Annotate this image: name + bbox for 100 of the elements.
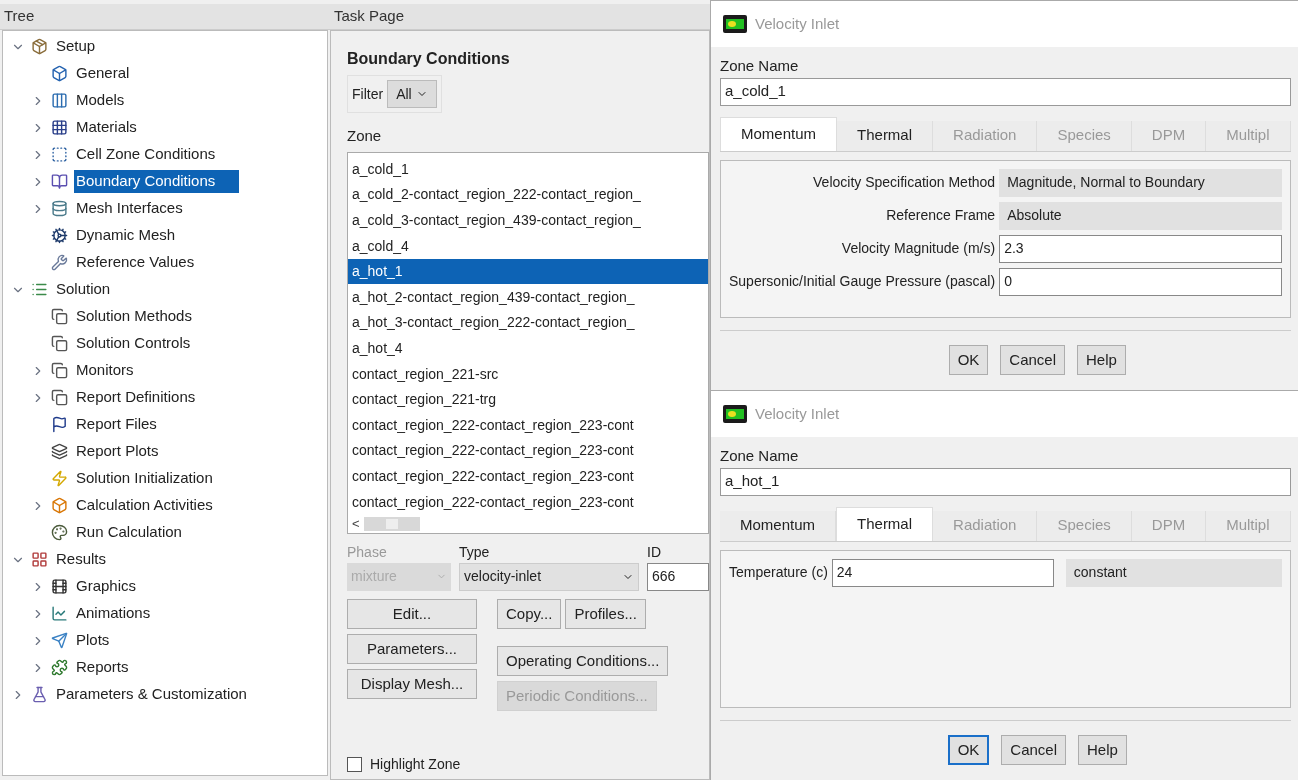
tree-item[interactable]: Plots — [74, 629, 112, 652]
zone-item[interactable]: contact_region_222-contact_region_223-cont — [348, 463, 708, 490]
zone-item[interactable]: a_hot_3-contact_region_222-contact_region_ — [348, 310, 708, 336]
field-label: Reference Frame — [885, 206, 996, 225]
zone-label: Zone — [347, 126, 383, 146]
phase-label: Phase — [347, 542, 388, 562]
checkbox[interactable] — [347, 757, 362, 772]
scrollbar-thumb[interactable] — [363, 516, 420, 531]
panel-header: Tree — [0, 4, 330, 30]
tree-item[interactable]: Run Calculation — [74, 521, 184, 544]
dialog-button[interactable]: Help — [1078, 735, 1127, 766]
grid-icon — [31, 551, 48, 568]
tree-item[interactable]: Calculation Activities — [74, 494, 215, 517]
checkbox-label: Highlight Zone — [370, 755, 461, 774]
scroll-left-button[interactable]: < — [352, 514, 360, 533]
tree-item[interactable]: Boundary Conditions — [74, 170, 240, 193]
database-icon — [51, 200, 68, 217]
dialog-button[interactable]: OK — [948, 345, 989, 376]
input-field[interactable]: 24 — [831, 558, 1054, 587]
arrow-icon — [51, 632, 68, 649]
dropdown[interactable]: Absolute — [999, 201, 1282, 230]
input-field[interactable]: 0 — [999, 267, 1282, 296]
tree-item[interactable]: Reports — [74, 656, 131, 679]
tab[interactable]: Thermal — [837, 120, 934, 151]
action-button[interactable]: Edit... — [347, 598, 477, 629]
tree-item[interactable]: Monitors — [74, 359, 136, 382]
tree-item[interactable]: Parameters & Customization — [54, 683, 249, 706]
action-button[interactable]: Display Mesh... — [347, 668, 477, 699]
tree-item[interactable]: Solution Controls — [74, 332, 193, 355]
film-icon — [51, 578, 68, 595]
tree-item[interactable]: Cell Zone Conditions — [74, 143, 218, 166]
zone-item[interactable]: a_cold_1 — [348, 156, 708, 183]
tree-item[interactable]: Solution Methods — [74, 305, 194, 328]
zone-item[interactable]: contact_region_221-trg — [348, 386, 708, 413]
type-dropdown[interactable]: velocity-inlet — [459, 562, 639, 591]
id-field[interactable]: 666 — [647, 562, 709, 591]
book-icon — [51, 173, 68, 190]
field-label: Temperature (c) — [729, 563, 828, 582]
field-label: Zone Name — [720, 56, 800, 76]
tree-item[interactable]: Solution — [54, 278, 113, 301]
zone-item[interactable]: a_hot_2-contact_region_439-contact_region_ — [348, 284, 708, 311]
zone-item[interactable]: a_cold_2-contact_region_222-contact_region_ — [348, 182, 708, 208]
report-icon — [51, 308, 68, 325]
lightning-icon — [51, 470, 68, 487]
report-icon — [51, 335, 68, 352]
package-icon — [31, 38, 48, 55]
input-field[interactable]: 2.3 — [999, 234, 1282, 263]
tree-item[interactable]: Solution Initialization — [74, 467, 215, 490]
tree-item[interactable]: Reference Values — [74, 251, 197, 274]
tree-item[interactable]: Report Files — [74, 413, 159, 436]
report-icon — [51, 389, 68, 406]
field-label: Velocity Specification Method — [812, 173, 996, 192]
zone-name-field[interactable]: a_hot_1 — [720, 467, 1291, 496]
dialog-button[interactable]: OK — [947, 735, 990, 766]
zone-item[interactable]: contact_region_221-src — [348, 361, 708, 387]
type-label: Type — [459, 542, 491, 562]
filter-dropdown[interactable]: All — [387, 80, 437, 108]
page-title: Boundary Conditions — [347, 49, 511, 69]
cube-icon — [51, 497, 68, 514]
tab[interactable]: Momentum — [720, 116, 838, 151]
zone-item[interactable]: a_cold_3-contact_region_439-contact_region_ — [348, 207, 708, 234]
tab[interactable]: Momentum — [720, 510, 837, 541]
id-label: ID — [647, 542, 662, 562]
list-icon — [31, 281, 48, 298]
tree-item[interactable]: Mesh Interfaces — [74, 197, 185, 220]
zone-item[interactable]: contact_region_222-contact_region_223-cont — [348, 412, 708, 439]
tab[interactable]: Thermal — [836, 506, 934, 541]
wrench-icon — [51, 254, 68, 271]
tree-item[interactable]: General — [74, 62, 132, 85]
box-icon — [51, 65, 68, 82]
tree-item[interactable]: Graphics — [74, 575, 139, 598]
app-icon — [723, 405, 747, 423]
tree-item[interactable]: Animations — [74, 602, 153, 625]
tree-item[interactable]: Report Definitions — [74, 386, 198, 409]
dropdown[interactable]: Magnitude, Normal to Boundary — [999, 168, 1282, 197]
chart-icon — [51, 605, 68, 622]
tree-item[interactable]: Models — [74, 89, 127, 112]
action-button[interactable]: Copy... — [497, 598, 562, 629]
zone-item[interactable]: a_hot_1 — [348, 258, 708, 285]
zone-item[interactable]: a_cold_4 — [348, 233, 708, 259]
zone-item[interactable]: contact_region_222-contact_region_223-cont — [348, 438, 708, 464]
zone-name-field[interactable]: a_cold_1 — [720, 77, 1291, 106]
action-button[interactable]: Operating Conditions... — [497, 645, 669, 676]
tree-item[interactable]: Dynamic Mesh — [74, 224, 178, 247]
gear-icon — [51, 227, 68, 244]
action-button[interactable]: Profiles... — [565, 598, 646, 629]
zone-item[interactable]: contact_region_222-contact_region_223-cont — [348, 489, 708, 515]
zone-item[interactable]: a_hot_4 — [348, 335, 708, 362]
tree-item[interactable]: Setup — [54, 35, 98, 58]
tree-item[interactable]: Results — [54, 548, 109, 571]
tree-item[interactable]: Report Plots — [74, 440, 161, 463]
dialog-button[interactable]: Help — [1077, 345, 1126, 376]
puzzle-icon — [51, 659, 68, 676]
tree-item[interactable]: Materials — [74, 116, 139, 139]
dialog-button[interactable]: Cancel — [1000, 345, 1065, 376]
field-label: Zone Name — [720, 446, 800, 466]
action-button[interactable]: Parameters... — [347, 633, 477, 664]
dialog-button[interactable]: Cancel — [1001, 735, 1066, 766]
columns-icon — [51, 92, 68, 109]
dropdown[interactable]: constant — [1065, 558, 1282, 587]
